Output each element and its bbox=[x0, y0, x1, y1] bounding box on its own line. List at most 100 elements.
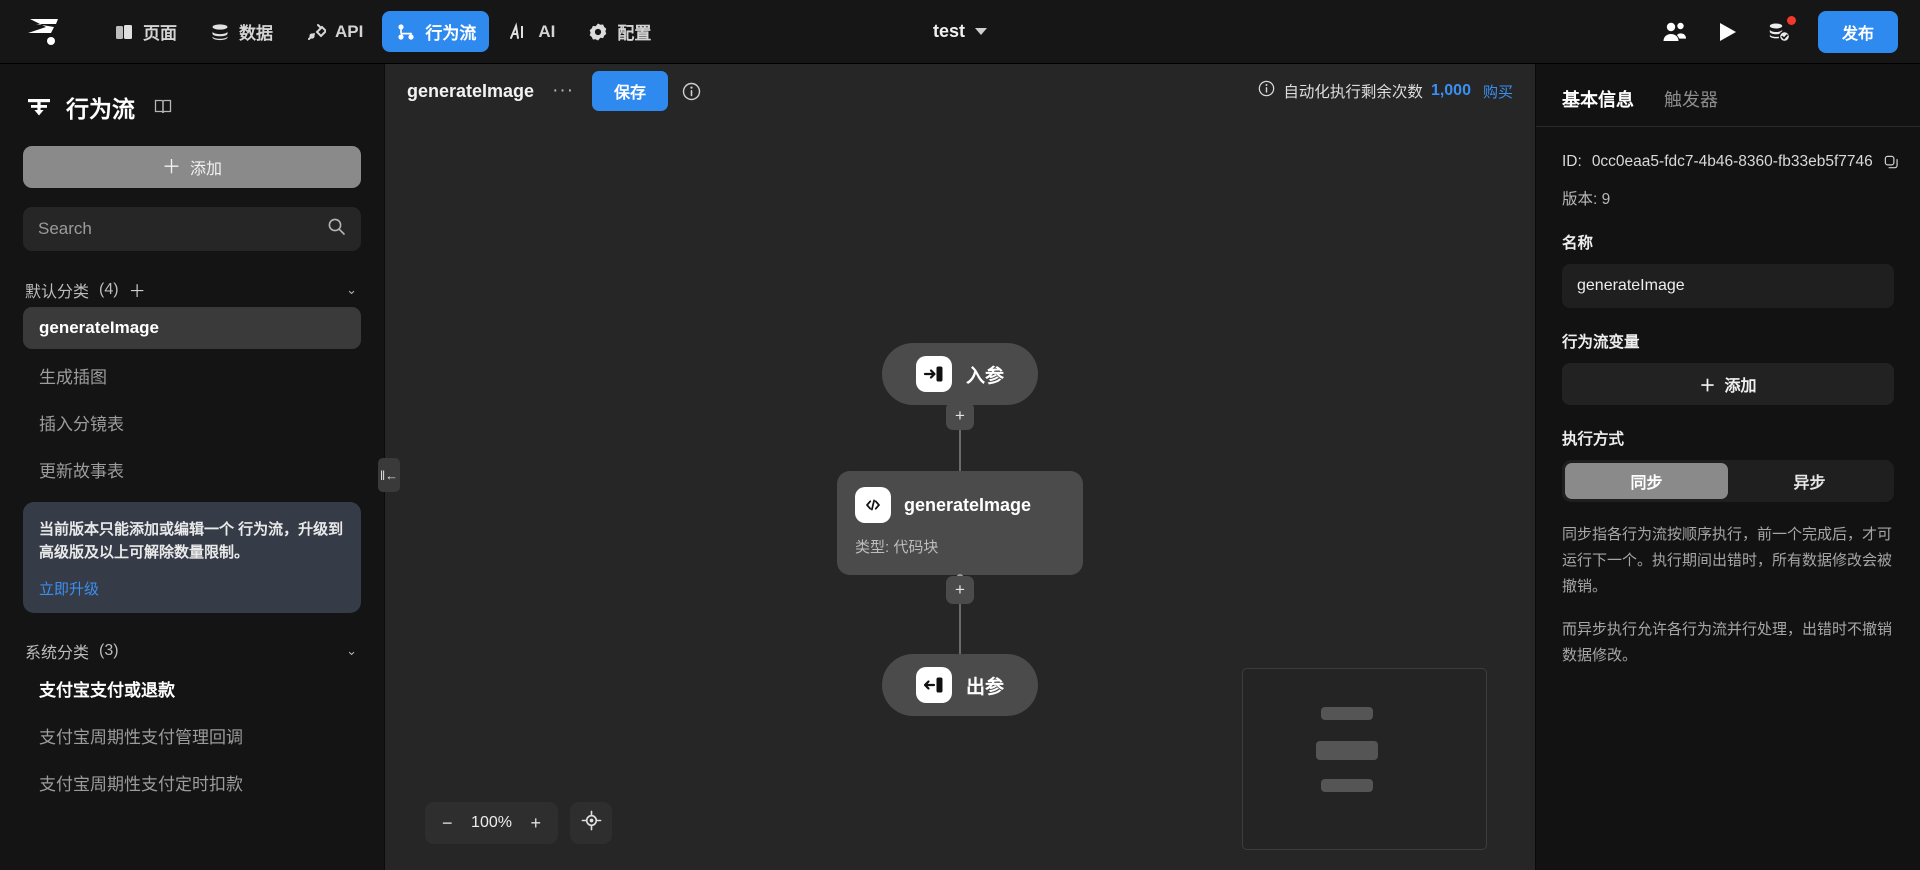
tab-basic-info[interactable]: 基本信息 bbox=[1562, 86, 1634, 126]
name-input[interactable] bbox=[1577, 277, 1879, 295]
api-plug-icon bbox=[305, 21, 327, 43]
flow-canvas[interactable]: 入参 + generateImage 类型: 代码块 + 出参 − 100% + bbox=[385, 118, 1535, 870]
quota-info-icon[interactable] bbox=[1258, 80, 1275, 102]
minimap[interactable] bbox=[1242, 668, 1487, 850]
nav-label: AI bbox=[538, 21, 556, 41]
right-panel: 基本信息 触发器 ID: 0cc0eaa5-fdc7-4b46-8360-fb3… bbox=[1535, 64, 1920, 870]
add-to-group-icon[interactable]: ＋ bbox=[129, 277, 146, 302]
quota-indicator: 自动化执行剩余次数 1,000 购买 bbox=[1258, 80, 1513, 102]
zoom-controls: − 100% + bbox=[425, 802, 613, 844]
project-title: test bbox=[932, 21, 966, 41]
item-label: 支付宝周期性支付定时扣款 bbox=[39, 775, 243, 794]
exec-mode-description-1: 同步指各行为流按顺序执行，前一个完成后，才可运行下一个。执行期间出错时，所有数据… bbox=[1562, 526, 1893, 595]
copy-icon[interactable] bbox=[1883, 154, 1900, 171]
upgrade-notice: 当前版本只能添加或编辑一个 行为流，升级到高级版及以上可解除数量限制。 立即升级 bbox=[23, 502, 361, 613]
search-icon[interactable] bbox=[327, 217, 346, 241]
sidebar-item-generateimage[interactable]: generateImage bbox=[23, 307, 361, 349]
quota-value: 1,000 bbox=[1430, 82, 1471, 99]
preview-play-icon[interactable] bbox=[1714, 19, 1740, 45]
members-icon[interactable] bbox=[1662, 19, 1688, 45]
flow-node-output-label: 出参 bbox=[965, 676, 1005, 698]
item-label: 支付宝支付或退款 bbox=[39, 681, 175, 700]
workflow-icon bbox=[395, 21, 417, 43]
flow-node-input-label: 入参 bbox=[965, 365, 1005, 387]
nav-item-settings[interactable]: 配置 bbox=[574, 11, 664, 52]
add-node-button-2[interactable]: + bbox=[946, 576, 974, 604]
search-input[interactable] bbox=[38, 219, 327, 239]
info-icon[interactable] bbox=[682, 82, 701, 101]
buy-quota-link[interactable]: 购买 bbox=[1483, 81, 1513, 102]
item-label: 插入分镜表 bbox=[39, 414, 124, 434]
exec-mode-async[interactable]: 异步 bbox=[1728, 463, 1891, 499]
nav-label: 页面 bbox=[143, 24, 177, 43]
chevron-collapse-icon[interactable]: ⌄ bbox=[346, 282, 357, 298]
app-root: 页面 数据 API 行为流 AI 配置 test 发布 行为流 ＋ 添加 Sea… bbox=[0, 0, 1920, 870]
flow-name: generateImage bbox=[407, 80, 535, 101]
minimap-node-3 bbox=[1321, 779, 1373, 792]
sidebar-item-alipay-periodic-scheduled-deduct[interactable]: 支付宝周期性支付定时扣款 bbox=[23, 762, 361, 804]
chevron-collapse-icon[interactable]: ⌄ bbox=[346, 643, 357, 659]
nav-item-pages[interactable]: 页面 bbox=[100, 11, 190, 52]
upgrade-now-link[interactable]: 立即升级 bbox=[39, 578, 99, 599]
item-label: 支付宝周期性支付管理回调 bbox=[39, 728, 243, 747]
item-label: generateImage bbox=[39, 318, 159, 337]
nav-item-workflow[interactable]: 行为流 bbox=[382, 11, 490, 52]
fit-view-button[interactable] bbox=[570, 802, 613, 844]
add-workflow-button[interactable]: ＋ 添加 bbox=[23, 146, 361, 188]
pages-icon bbox=[113, 21, 135, 43]
group-header-system[interactable]: 系统分类 (3) ⌄ bbox=[23, 639, 361, 663]
sidebar-item-alipay-pay-refund[interactable]: 支付宝支付或退款 bbox=[23, 668, 361, 710]
exec-mode-label: 执行方式 bbox=[1562, 431, 1625, 448]
notification-badge bbox=[1786, 15, 1796, 25]
canvas-toolbar: generateImage ··· 保存 自动化执行剩余次数 1,000 购买 bbox=[385, 64, 1535, 118]
sidebar-header: 行为流 bbox=[23, 64, 361, 146]
save-button[interactable]: 保存 bbox=[592, 71, 669, 111]
nav-label: 行为流 bbox=[425, 24, 477, 43]
zoom-level: 100% bbox=[471, 814, 512, 831]
right-panel-body: ID: 0cc0eaa5-fdc7-4b46-8360-fb33eb5f7746… bbox=[1536, 127, 1920, 669]
sidebar-item-generate-illustration[interactable]: 生成插图 bbox=[23, 354, 361, 396]
more-options-icon[interactable]: ··· bbox=[548, 80, 578, 102]
search-box[interactable] bbox=[23, 207, 361, 251]
sidebar-item-insert-storyboard[interactable]: 插入分镜表 bbox=[23, 401, 361, 443]
flow-node-code[interactable]: generateImage 类型: 代码块 bbox=[837, 471, 1083, 575]
group-header-default[interactable]: 默认分类 (4) ＋ ⌄ bbox=[23, 277, 361, 302]
flow-id-label: ID: bbox=[1562, 153, 1582, 170]
nav-item-ai[interactable]: AI bbox=[495, 13, 568, 51]
app-body: 行为流 ＋ 添加 默认分类 (4) ＋ ⌄ bbox=[0, 64, 1920, 870]
add-variable-label: 添加 bbox=[1724, 378, 1757, 395]
zoom-in-button[interactable]: + bbox=[531, 814, 542, 832]
sidebar-item-alipay-periodic-manage-callback[interactable]: 支付宝周期性支付管理回调 bbox=[23, 715, 361, 757]
publish-button[interactable]: 发布 bbox=[1817, 10, 1898, 53]
variables-label: 行为流变量 bbox=[1562, 334, 1640, 351]
chevron-down-icon bbox=[975, 28, 988, 35]
workflow-header-icon bbox=[26, 94, 52, 120]
sidebar-collapse-handle[interactable]: ‖← bbox=[378, 458, 400, 492]
sidebar-item-update-story-table[interactable]: 更新故事表 bbox=[23, 448, 361, 490]
add-node-button-1[interactable]: + bbox=[946, 402, 974, 430]
flow-node-output[interactable]: 出参 bbox=[881, 654, 1039, 716]
zhiyun-logo[interactable] bbox=[22, 12, 66, 52]
flow-node-code-subtitle: 类型: 代码块 bbox=[855, 539, 939, 556]
canvas-column: generateImage ··· 保存 自动化执行剩余次数 1,000 购买 bbox=[385, 64, 1535, 870]
zoom-out-button[interactable]: − bbox=[442, 814, 453, 832]
exec-mode-sync[interactable]: 同步 bbox=[1565, 463, 1728, 499]
ai-icon bbox=[508, 21, 530, 43]
main-nav: 页面 数据 API 行为流 AI 配置 bbox=[100, 11, 664, 52]
version-check-icon[interactable] bbox=[1766, 15, 1796, 45]
upgrade-notice-text: 当前版本只能添加或编辑一个 行为流，升级到高级版及以上可解除数量限制。 bbox=[39, 521, 344, 562]
project-title-dropdown[interactable]: test bbox=[932, 21, 988, 42]
book-icon[interactable] bbox=[153, 97, 173, 117]
add-variable-button[interactable]: ＋ 添加 bbox=[1562, 363, 1894, 405]
nav-item-api[interactable]: API bbox=[292, 13, 376, 51]
exec-mode-segmented: 同步 异步 bbox=[1562, 460, 1894, 502]
gear-icon bbox=[587, 21, 609, 43]
flow-node-input[interactable]: 入参 bbox=[881, 343, 1039, 405]
name-field-label: 名称 bbox=[1562, 235, 1594, 252]
input-param-icon bbox=[915, 356, 952, 392]
nav-item-data[interactable]: 数据 bbox=[196, 11, 286, 52]
tab-trigger[interactable]: 触发器 bbox=[1664, 86, 1718, 126]
name-field[interactable] bbox=[1562, 264, 1894, 308]
zoom-box: − 100% + bbox=[425, 802, 559, 844]
minimap-node-1 bbox=[1321, 707, 1373, 720]
